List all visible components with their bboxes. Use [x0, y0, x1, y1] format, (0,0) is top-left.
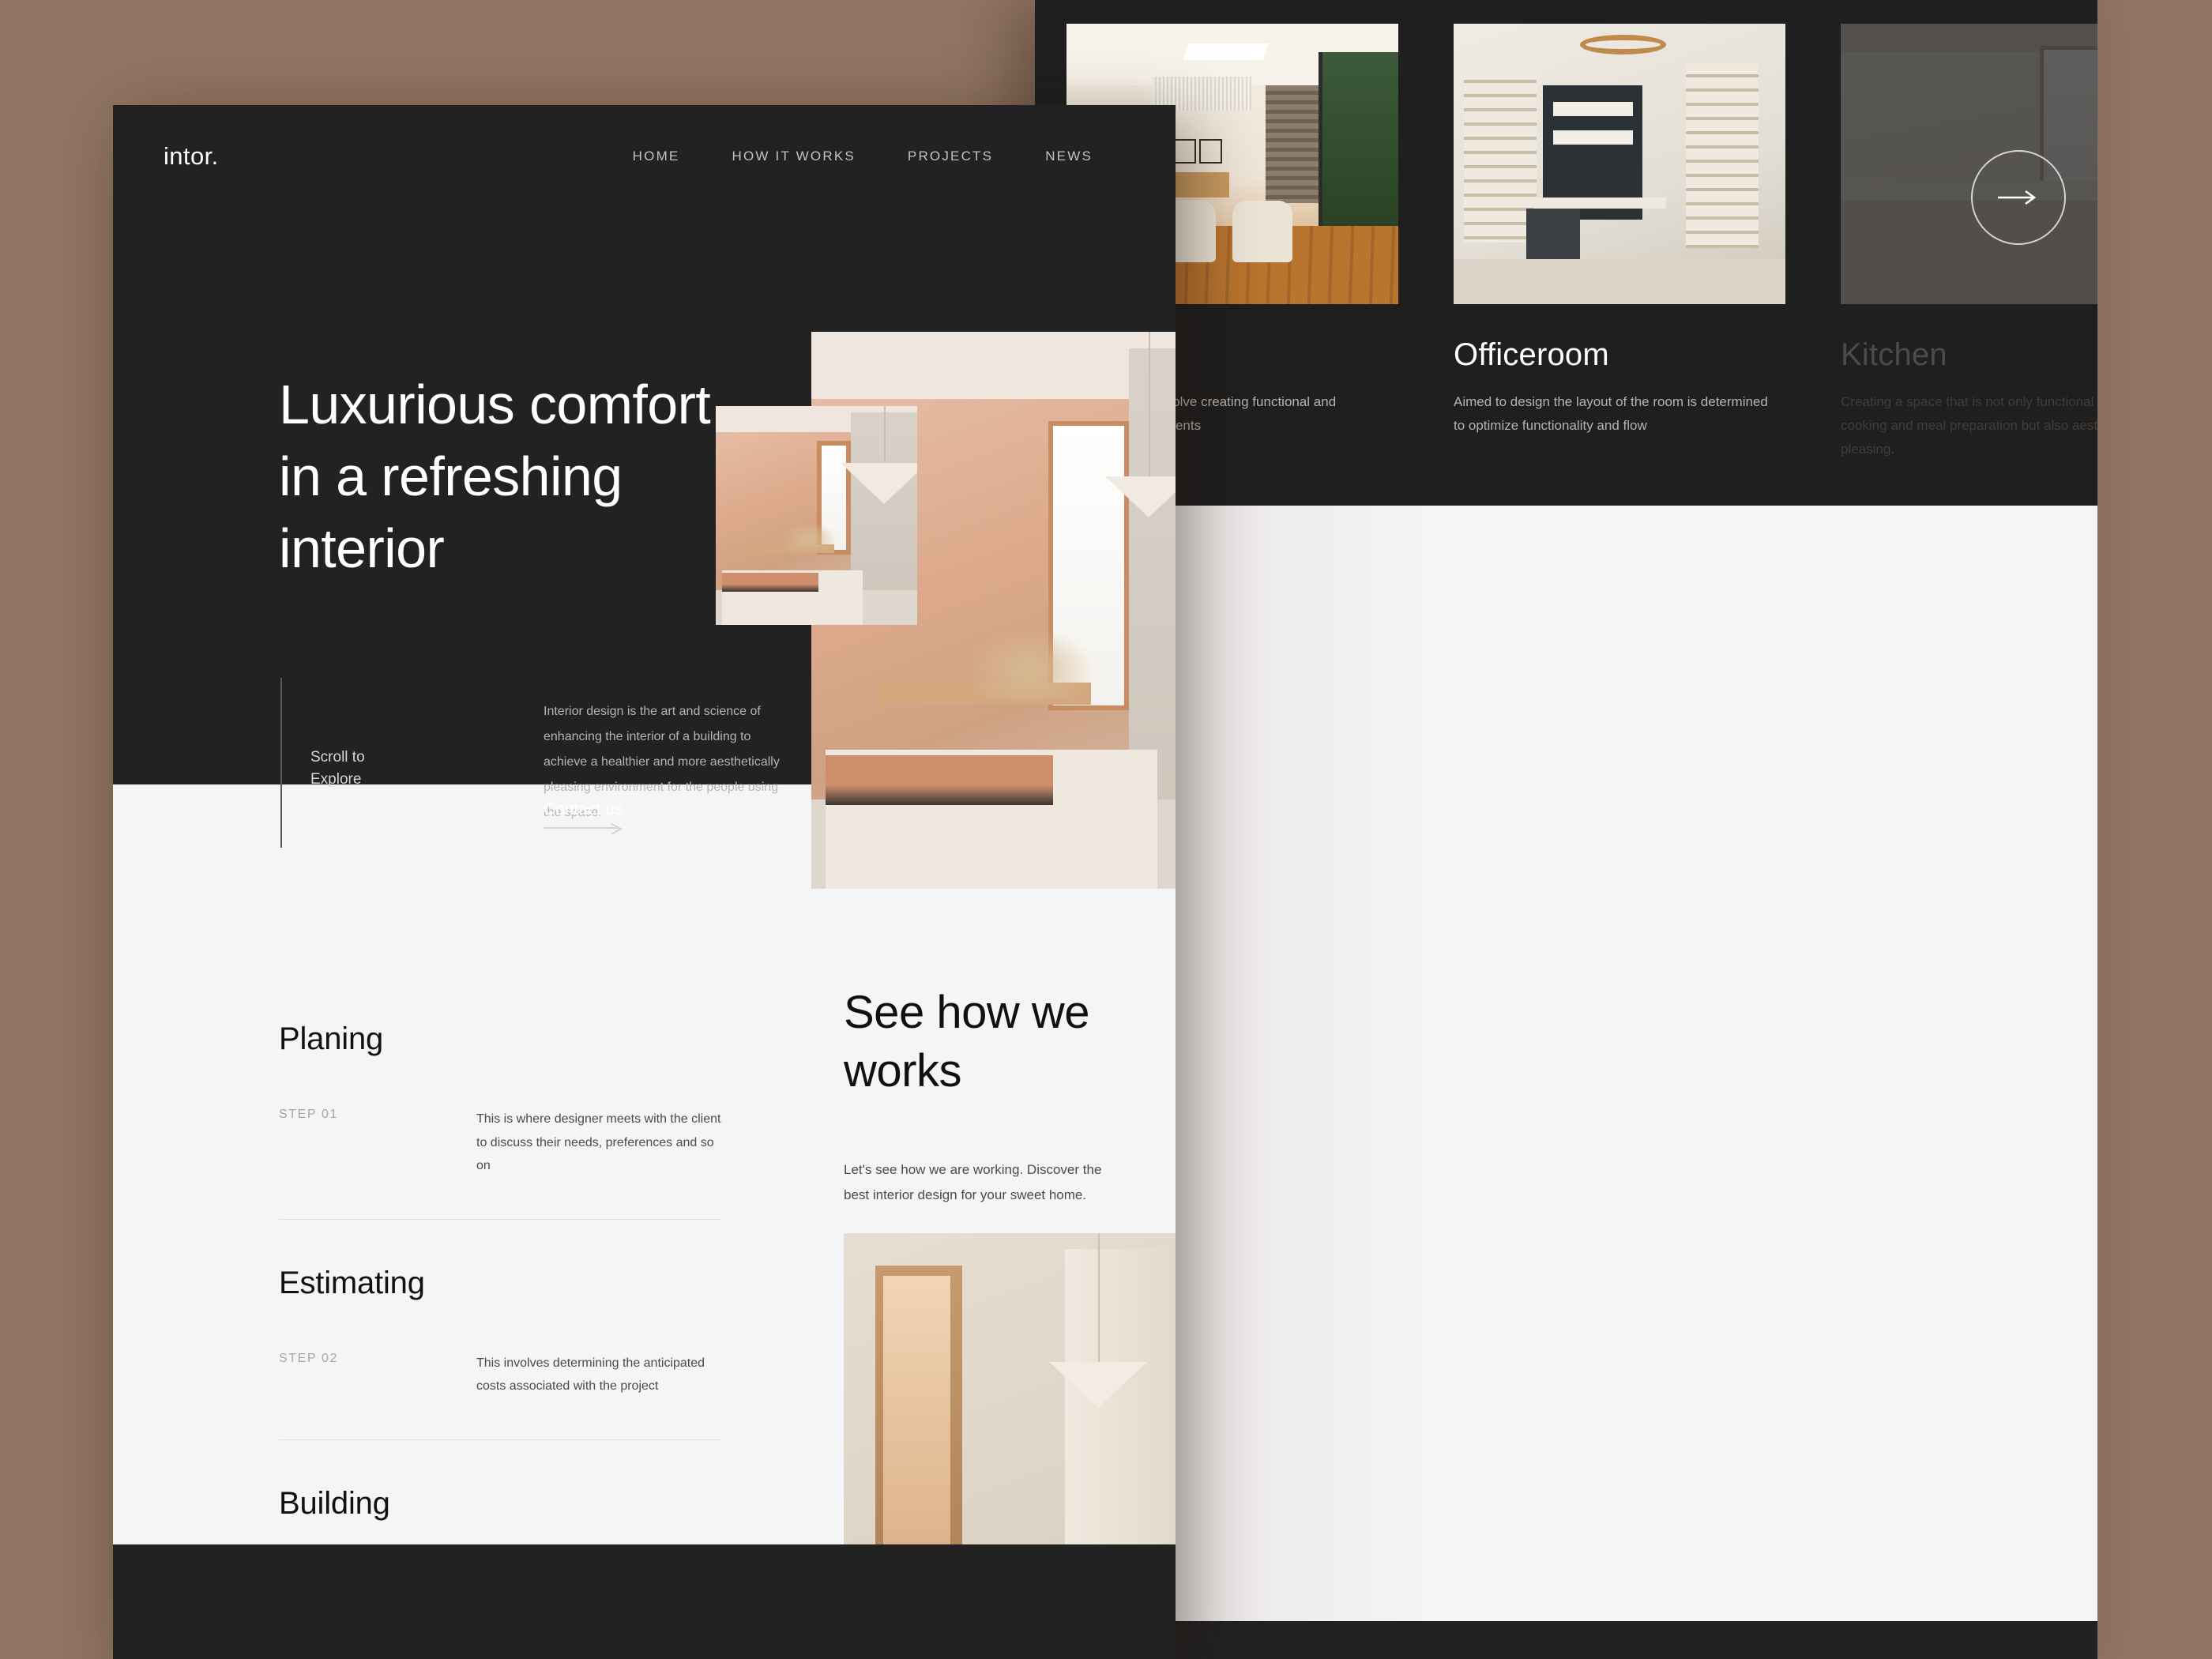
hero-vertical-rule [280, 678, 282, 848]
process-step-2: Estimating STEP 02 This involves determi… [279, 1266, 721, 1440]
nav-item-home[interactable]: HOME [633, 149, 680, 164]
mockup-stage: Interior Space design, involve creating … [0, 0, 2212, 1659]
works-title: See how we works [844, 987, 1089, 1097]
main-navigation: HOME HOW IT WORKS PROJECTS NEWS [633, 149, 1093, 164]
category-card-kitchen[interactable]: Kitchen Creating a space that is not onl… [1841, 24, 2097, 466]
works-body: Let's see how we are working. Discover t… [844, 1162, 1102, 1202]
scroll-label-line1: Scroll to [310, 749, 365, 766]
see-how-we-works-section: See how we works Let's see how we are wo… [844, 984, 1176, 1207]
card-desc-officeroom: Aimed to design the layout of the room i… [1454, 394, 1768, 433]
step-title-planing: Planing [279, 1021, 384, 1056]
contact-us-label: Contact us [544, 800, 623, 818]
card-image-officeroom [1454, 24, 1785, 304]
step-number-2: STEP 02 [279, 1351, 338, 1365]
next-slide-button[interactable] [1971, 150, 2066, 245]
brand-logo[interactable]: intor. [164, 142, 219, 171]
front-page-footer [113, 1544, 1176, 1659]
front-page-mockup: intor. HOME HOW IT WORKS PROJECTS NEWS L… [113, 105, 1176, 1659]
step-desc-1: This is where designer meets with the cl… [476, 1112, 721, 1173]
card-desc-kitchen: Creating a space that is not only functi… [1841, 394, 2097, 457]
hero-image-thumbnail [716, 406, 917, 625]
back-page-footer [1035, 1621, 2097, 1659]
step-desc-2: This involves determining the anticipate… [476, 1356, 705, 1394]
nav-item-projects[interactable]: PROJECTS [908, 149, 993, 164]
arrow-right-icon [1998, 190, 2037, 205]
back-page-mockup: Interior Space design, involve creating … [1035, 0, 2097, 1659]
step-title-building: Building [279, 1485, 390, 1521]
process-step-1: Planing STEP 01 This is where designer m… [279, 1021, 721, 1220]
category-card-officeroom[interactable]: Officeroom Aimed to design the layout of… [1454, 24, 1785, 466]
card-image-kitchen [1841, 24, 2097, 304]
category-cards-row: Interior Space design, involve creating … [1035, 24, 2097, 466]
scroll-to-explore-label: Scroll to Explore [310, 747, 365, 790]
card-title-kitchen: Kitchen [1841, 337, 1947, 372]
step-title-estimating: Estimating [279, 1265, 425, 1300]
card-title-officeroom: Officeroom [1454, 337, 1609, 372]
nav-item-news[interactable]: NEWS [1045, 149, 1093, 164]
step-number-1: STEP 01 [279, 1108, 338, 1121]
step-row-1: STEP 01 This is where designer meets wit… [279, 1108, 721, 1220]
contact-us-link[interactable]: Contact us [544, 800, 623, 837]
scroll-label-line2: Explore [310, 770, 362, 788]
arrow-right-icon [544, 823, 623, 835]
site-header: intor. HOME HOW IT WORKS PROJECTS NEWS [113, 105, 1176, 208]
step-row-2: STEP 02 This involves determining the an… [279, 1352, 721, 1440]
hero-title: Luxurious comfort in a refreshing interi… [279, 374, 711, 579]
nav-item-how-it-works[interactable]: HOW IT WORKS [732, 149, 855, 164]
